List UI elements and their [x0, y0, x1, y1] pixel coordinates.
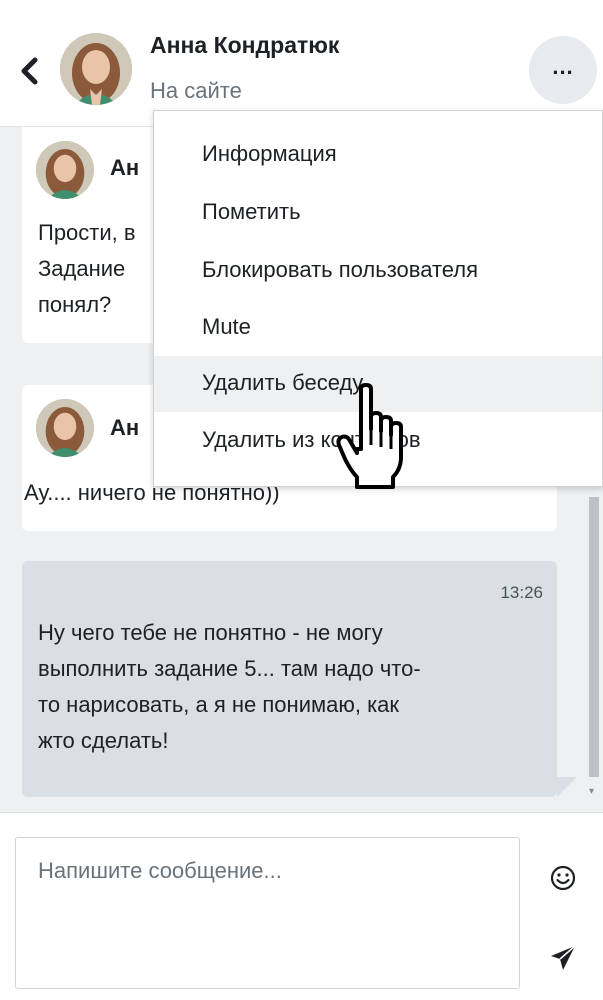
- menu-item-delete-conversation[interactable]: Удалить беседу: [154, 356, 602, 412]
- menu-item-remove-contact[interactable]: Удалить из контактов: [154, 413, 602, 469]
- own-message-bubble: 13:26 Ну чего тебе не понятно - не могу …: [22, 561, 557, 797]
- back-button[interactable]: [18, 56, 42, 85]
- message-text: Ну чего тебе не понятно - не могу выполн…: [38, 615, 421, 759]
- message-line: Задание: [38, 256, 126, 281]
- emoji-button[interactable]: [548, 863, 578, 893]
- scroll-down-arrow-icon[interactable]: ▾: [589, 787, 599, 797]
- message-line: то нарисовать, а я не понимаю, как: [38, 692, 400, 717]
- message-line: выполнить задание 5... там надо что-: [38, 656, 421, 681]
- more-options-button[interactable]: ...: [529, 36, 597, 104]
- menu-item-block-user[interactable]: Блокировать пользователя: [154, 243, 602, 299]
- chat-header: Анна Кондратюк На сайте ...: [0, 0, 603, 127]
- menu-item-mute[interactable]: Mute: [154, 300, 602, 356]
- sender-name: Ан: [110, 415, 140, 440]
- ellipsis-icon: ...: [552, 54, 574, 79]
- contact-avatar[interactable]: [60, 33, 132, 105]
- scrollbar-thumb[interactable]: [589, 497, 599, 777]
- paper-plane-icon: [551, 945, 576, 970]
- chevron-left-icon: [21, 57, 38, 85]
- menu-item-info[interactable]: Информация: [154, 127, 602, 183]
- sender-avatar[interactable]: [36, 141, 94, 199]
- sender-name: Ан: [110, 155, 140, 180]
- contact-name: Анна Кондратюк: [150, 32, 340, 58]
- message-time: 13:26: [500, 583, 543, 602]
- message-line: Прости, в: [38, 220, 136, 245]
- send-button[interactable]: [548, 943, 578, 973]
- contact-status: На сайте: [150, 78, 242, 103]
- message-line: жто сделать!: [38, 728, 169, 753]
- smiley-icon: [550, 865, 576, 891]
- message-input[interactable]: [16, 838, 519, 988]
- conversation-actions-menu: Информация Пометить Блокировать пользова…: [153, 110, 603, 487]
- message-composer: [0, 812, 603, 1000]
- message-text: Прости, в Задание понял?: [38, 215, 136, 323]
- message-line: понял?: [38, 292, 112, 317]
- message-input-box[interactable]: [15, 837, 520, 989]
- sender-avatar[interactable]: [36, 399, 94, 457]
- menu-item-star[interactable]: Пометить: [154, 185, 602, 241]
- bubble-tail: [557, 777, 577, 797]
- message-line: Ну чего тебе не понятно - не могу: [38, 620, 383, 645]
